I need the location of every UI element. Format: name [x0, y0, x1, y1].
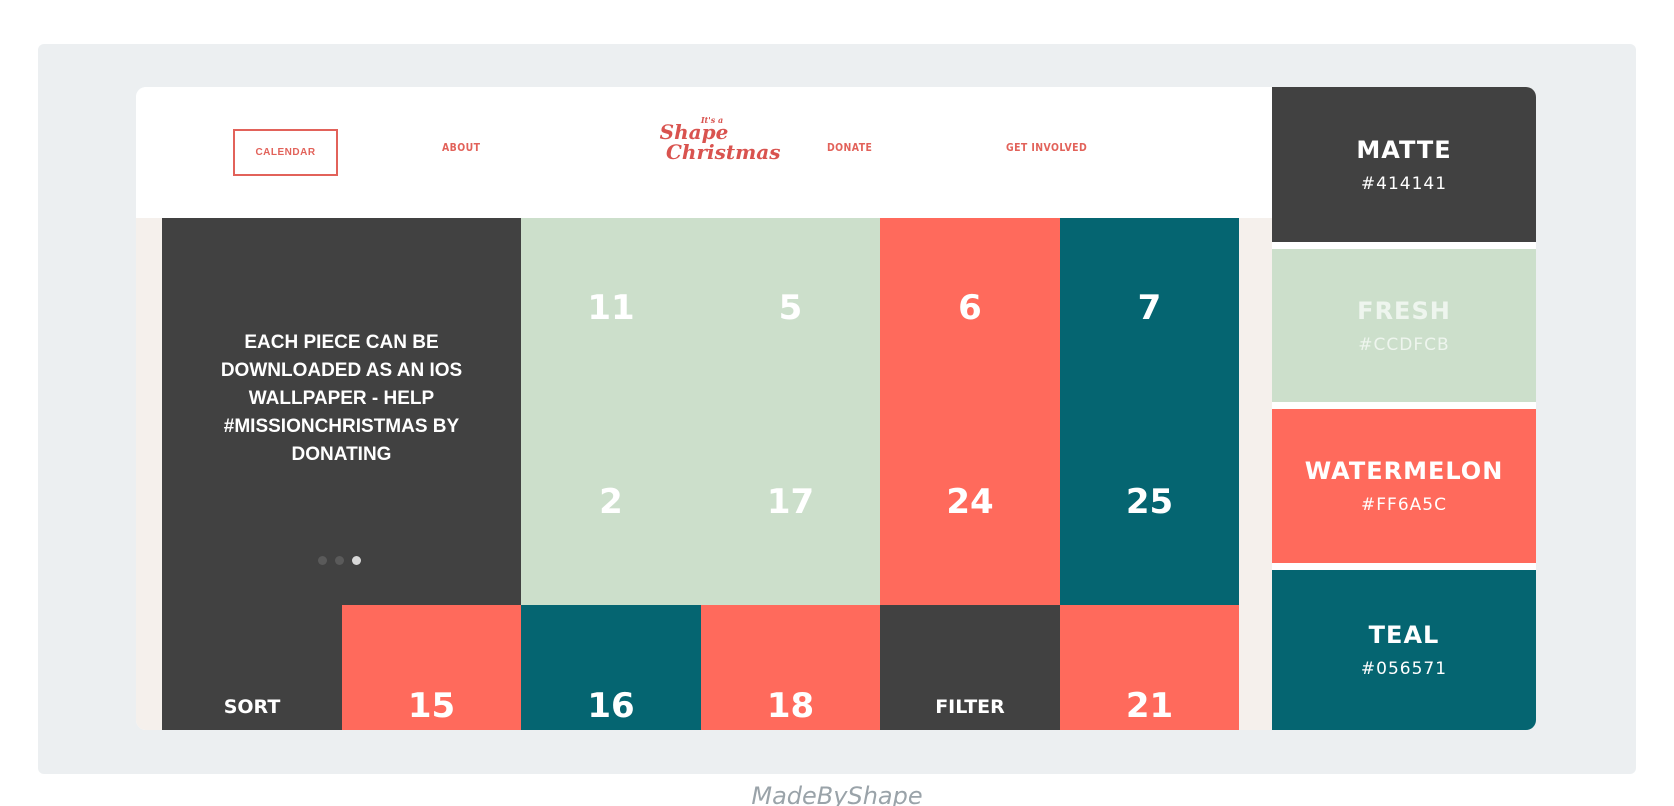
swatch-name: FRESH — [1357, 296, 1451, 325]
swatch-teal: TEAL #056571 — [1272, 570, 1536, 730]
logo-shape: Shape — [659, 120, 729, 144]
swatch-matte: MATTE #414141 — [1272, 87, 1536, 242]
day-tile[interactable]: 7 — [1060, 258, 1239, 358]
intro-panel: EACH PIECE CAN BE DOWNLOADED AS AN IOS W… — [162, 218, 521, 605]
swatch-watermelon: WATERMELON #FF6A5C — [1272, 409, 1536, 563]
day-tile[interactable]: 25 — [1060, 452, 1239, 552]
site-header: CALENDAR ABOUT It's a Shape Christmas DO… — [136, 87, 1272, 218]
filter-button[interactable]: FILTER — [880, 605, 1060, 730]
sort-button[interactable]: SORT — [162, 605, 342, 730]
day-tile[interactable]: 17 — [701, 452, 880, 552]
logo-christmas: Christmas — [666, 140, 781, 164]
swatch-name: WATERMELON — [1304, 457, 1504, 485]
swatch-hex: #FF6A5C — [1361, 495, 1447, 515]
carousel-dot[interactable] — [335, 556, 344, 565]
site-logo[interactable]: It's a Shape Christmas — [648, 115, 781, 181]
swatch-fresh: FRESH #CCDFCB — [1272, 249, 1536, 402]
day-tile[interactable]: 5 — [701, 258, 880, 358]
day-tile[interactable]: 11 — [521, 258, 701, 358]
day-tile[interactable]: 15 — [342, 605, 521, 730]
nav-get-involved[interactable]: GET INVOLVED — [1006, 141, 1087, 154]
carousel-dots — [318, 556, 361, 565]
day-tile[interactable]: 16 — [521, 605, 701, 730]
design-card: CALENDAR ABOUT It's a Shape Christmas DO… — [136, 87, 1536, 730]
swatch-hex: #056571 — [1360, 659, 1448, 679]
intro-text: EACH PIECE CAN BE DOWNLOADED AS AN IOS W… — [220, 332, 463, 465]
nav-about[interactable]: ABOUT — [442, 141, 480, 154]
day-tile[interactable]: 6 — [880, 258, 1060, 358]
swatch-name: MATTE — [1356, 135, 1452, 164]
nav-donate[interactable]: DONATE — [827, 141, 872, 154]
calendar-grid: EACH PIECE CAN BE DOWNLOADED AS AN IOS W… — [136, 218, 1272, 730]
day-tile[interactable]: 21 — [1060, 605, 1239, 730]
swatch-name: TEAL — [1368, 621, 1440, 649]
swatch-hex: #414141 — [1360, 173, 1448, 194]
nav-calendar[interactable]: CALENDAR — [233, 129, 338, 176]
day-tile[interactable]: 24 — [880, 452, 1060, 552]
carousel-dot[interactable] — [318, 556, 327, 565]
swatch-hex: #CCDFCB — [1358, 334, 1450, 355]
image-caption: MadeByShape — [751, 782, 923, 806]
carousel-dot-active[interactable] — [352, 556, 361, 565]
day-tile[interactable]: 2 — [521, 452, 701, 552]
day-tile[interactable]: 18 — [701, 605, 880, 730]
